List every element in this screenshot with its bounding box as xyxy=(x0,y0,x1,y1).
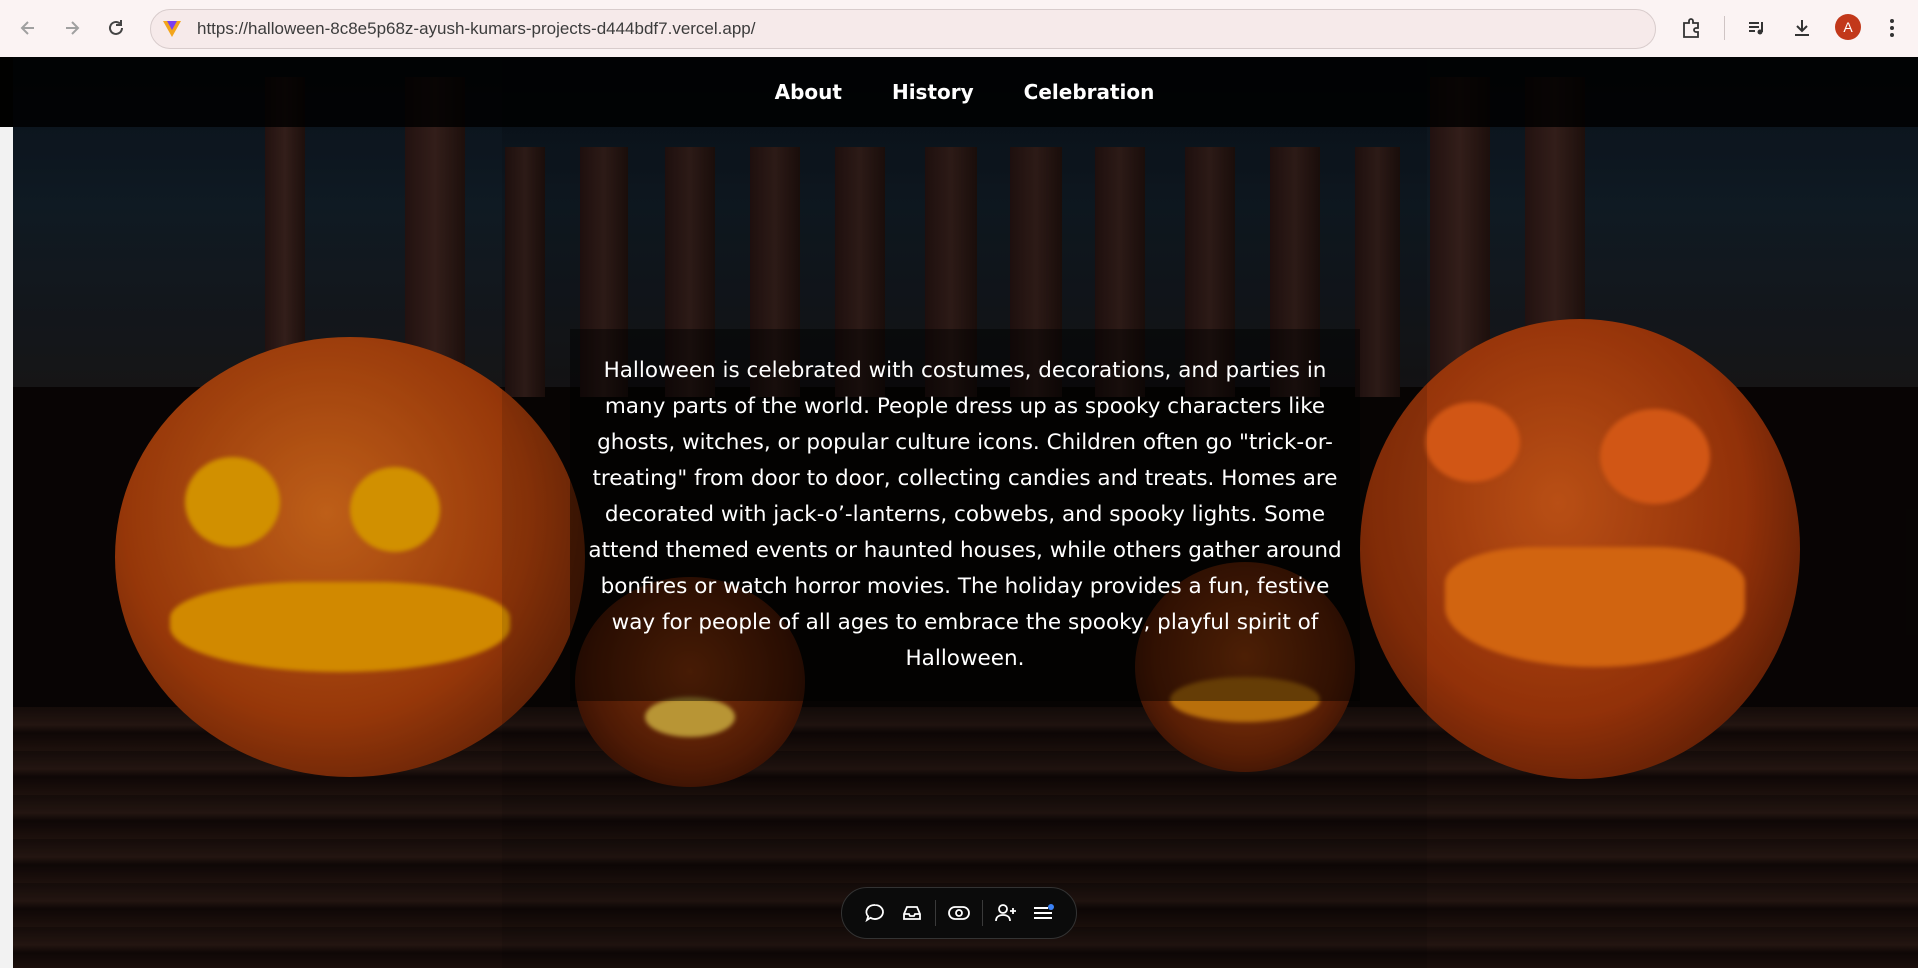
toolbar-divider xyxy=(935,900,936,926)
address-bar[interactable]: https://halloween-8c8e5p68z-ayush-kumars… xyxy=(150,9,1656,49)
browser-toolbar: https://halloween-8c8e5p68z-ayush-kumars… xyxy=(0,0,1918,57)
toolbar-divider xyxy=(982,900,983,926)
page-edge xyxy=(0,127,13,968)
celebration-paragraph: Halloween is celebrated with costumes, d… xyxy=(588,358,1342,671)
reload-icon[interactable] xyxy=(102,14,130,42)
side-shade-left xyxy=(13,57,502,968)
media-control-icon[interactable] xyxy=(1743,14,1771,42)
site-logo-icon xyxy=(161,18,183,40)
menu-notification-icon[interactable] xyxy=(1029,899,1057,927)
add-user-icon[interactable] xyxy=(992,899,1020,927)
comment-icon[interactable] xyxy=(861,899,889,927)
profile-avatar[interactable]: A xyxy=(1835,14,1861,40)
menu-kebab-icon[interactable] xyxy=(1878,14,1906,42)
nav-link-about[interactable]: About xyxy=(775,80,842,104)
toolbar-divider xyxy=(1724,16,1725,40)
url-text[interactable]: https://halloween-8c8e5p68z-ayush-kumars… xyxy=(197,19,755,39)
content-box: Halloween is celebrated with costumes, d… xyxy=(570,329,1360,701)
floating-toolbar xyxy=(841,887,1077,939)
side-shade-right xyxy=(1427,57,1918,968)
site-nav: About History Celebration xyxy=(502,57,1427,127)
forward-icon[interactable] xyxy=(58,14,86,42)
eye-preview-icon[interactable] xyxy=(945,899,973,927)
nav-link-history[interactable]: History xyxy=(892,80,974,104)
back-icon[interactable] xyxy=(14,14,42,42)
nav-link-celebration[interactable]: Celebration xyxy=(1024,80,1155,104)
download-icon[interactable] xyxy=(1788,14,1816,42)
extensions-icon[interactable] xyxy=(1677,14,1705,42)
page-viewport: About History Celebration Halloween is c… xyxy=(0,57,1918,968)
inbox-icon[interactable] xyxy=(898,899,926,927)
